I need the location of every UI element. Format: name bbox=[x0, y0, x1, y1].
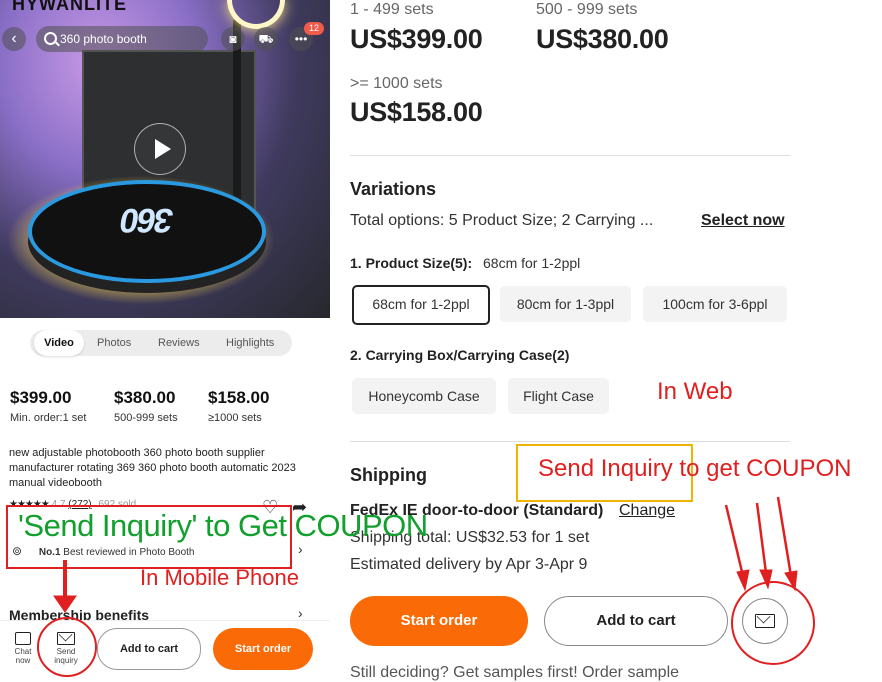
arrow-head-icon bbox=[53, 595, 77, 613]
arrow-head-icon bbox=[784, 570, 798, 592]
arrow-head-icon bbox=[759, 569, 773, 590]
arrow-web-2 bbox=[755, 502, 768, 574]
arrow-head-icon bbox=[736, 569, 750, 592]
annotation-arrows bbox=[53, 496, 798, 613]
arrow-web-3 bbox=[776, 496, 793, 577]
arrow-web-1 bbox=[724, 504, 745, 577]
